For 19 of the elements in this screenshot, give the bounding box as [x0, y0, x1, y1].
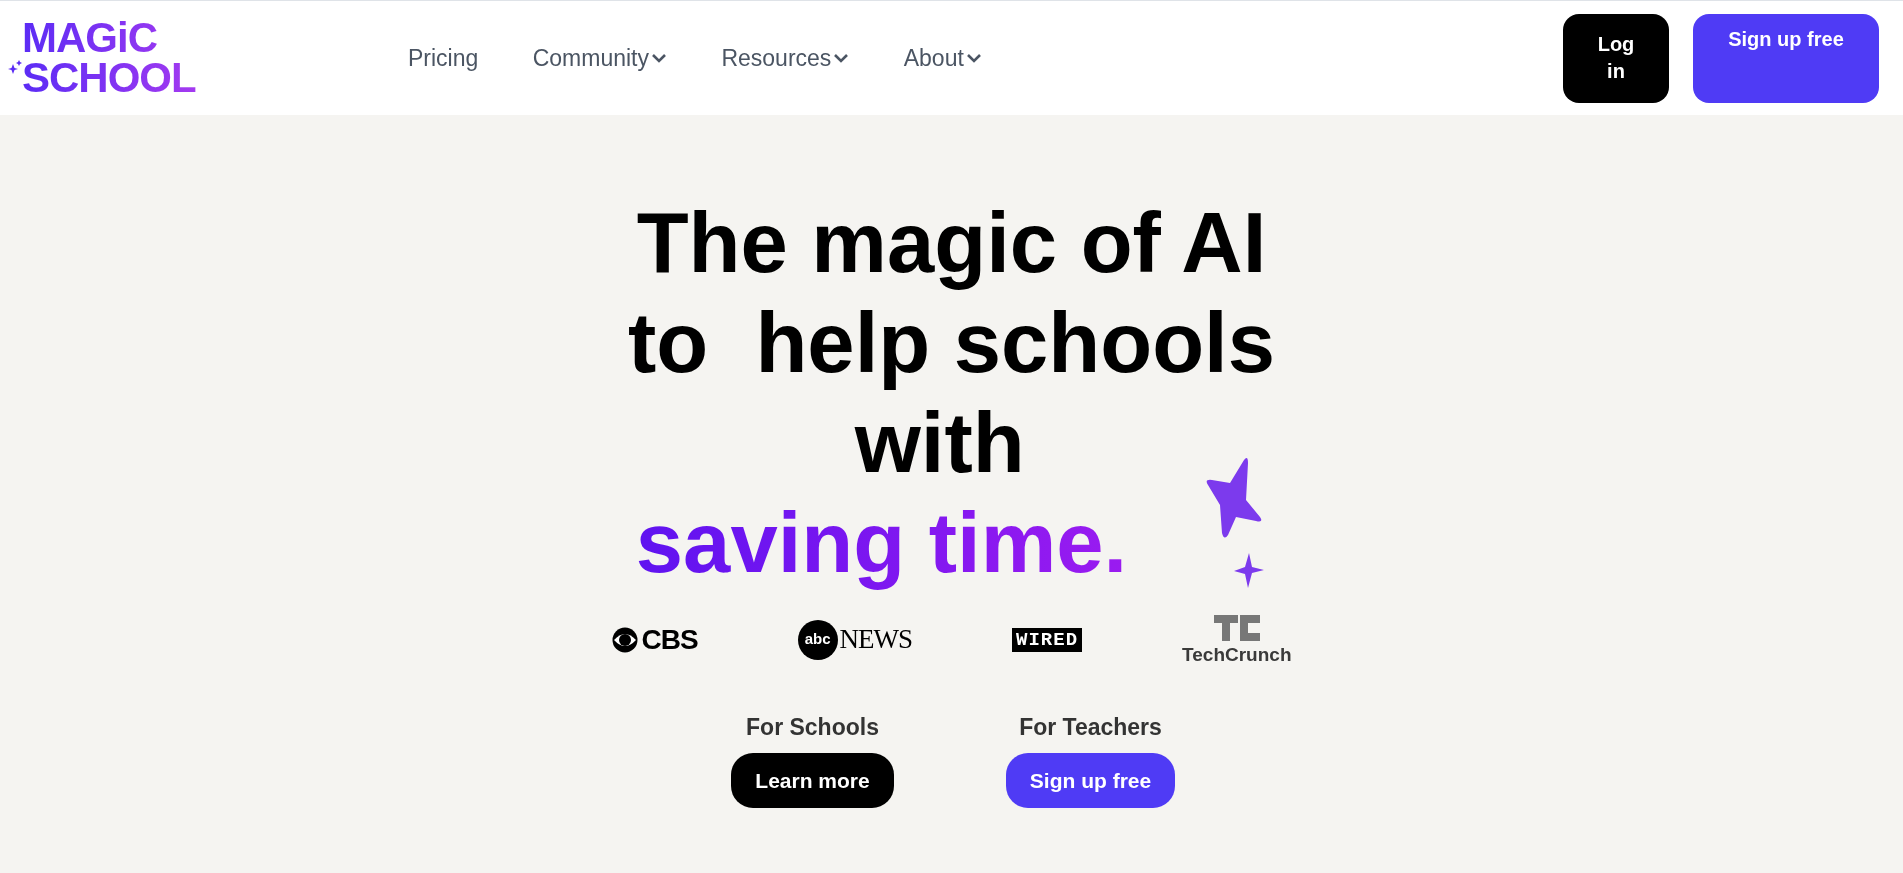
- signup-button[interactable]: Sign up free: [1693, 13, 1879, 103]
- nav-link[interactable]: Community: [532, 40, 667, 76]
- press-logo: NEWS: [839, 623, 913, 657]
- eye-icon: [611, 626, 638, 653]
- section-label: For Teachers: [1019, 713, 1162, 742]
- nav-link[interactable]: About: [903, 40, 982, 76]
- section-label: For Schools: [746, 713, 879, 742]
- learn-more-button[interactable]: Learn more: [731, 752, 894, 808]
- press-logo: TechCrunch: [1182, 645, 1292, 664]
- signup-button[interactable]: Sign up free: [1005, 752, 1176, 808]
- press-logo: CBS: [641, 622, 698, 657]
- tc-mark-icon: [1213, 615, 1260, 641]
- press-logo: WIRED: [1012, 627, 1083, 652]
- nav-link[interactable]: Resources: [721, 40, 850, 76]
- nav-link[interactable]: Pricing: [408, 40, 479, 76]
- login-button[interactable]: Log in: [1563, 13, 1669, 103]
- press-badge: abc: [797, 619, 838, 660]
- sparkle-icon: [8, 60, 22, 76]
- hero-heading: The magic of AI to help schools with saving time.: [591, 193, 1312, 593]
